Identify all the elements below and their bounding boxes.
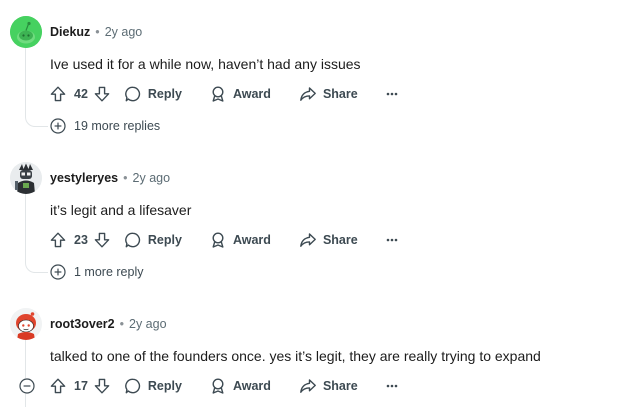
upvote-icon[interactable] <box>49 377 67 395</box>
more-options-icon[interactable] <box>385 87 399 101</box>
vote-group: 17 <box>49 377 111 395</box>
collapse-thread-button[interactable] <box>19 378 35 394</box>
thread-line <box>25 48 26 108</box>
reply-button[interactable]: Reply <box>124 377 182 395</box>
separator-dot: • <box>123 171 128 185</box>
downvote-icon[interactable] <box>93 85 111 103</box>
upvote-icon[interactable] <box>49 85 67 103</box>
comment-meta: yestyleryes • 2y ago <box>50 169 170 187</box>
share-button[interactable]: Share <box>299 231 358 249</box>
share-icon <box>300 233 316 247</box>
reply-label: Reply <box>147 379 182 393</box>
comment-body: it’s legit and a lifesaver <box>50 202 192 218</box>
avatar[interactable] <box>10 16 42 48</box>
award-label: Award <box>232 87 271 101</box>
award-icon <box>212 378 224 394</box>
username[interactable]: root3over2 <box>50 317 115 331</box>
share-label: Share <box>322 379 358 393</box>
award-icon <box>212 86 224 102</box>
snoo-avatar-icon <box>10 16 42 48</box>
more-options-icon[interactable] <box>385 379 399 393</box>
timestamp[interactable]: 2y ago <box>133 171 171 185</box>
downvote-icon[interactable] <box>93 377 111 395</box>
award-label: Award <box>232 233 271 247</box>
separator-dot: • <box>119 317 124 331</box>
award-button[interactable]: Award <box>209 377 271 395</box>
thread-line <box>25 394 26 407</box>
share-label: Share <box>322 233 358 247</box>
share-icon <box>300 379 316 393</box>
comment-meta: root3over2 • 2y ago <box>50 315 167 333</box>
thread-line <box>25 340 26 378</box>
vote-group: 42 <box>49 85 111 103</box>
username[interactable]: Diekuz <box>50 25 90 39</box>
comment-bubble-icon <box>125 378 141 394</box>
downvote-icon[interactable] <box>93 231 111 249</box>
minus-circle-icon <box>19 378 35 394</box>
custom-avatar-icon <box>10 162 42 194</box>
reply-label: Reply <box>147 233 182 247</box>
comment-actions: 17 Reply Award Share <box>49 374 399 398</box>
reply-button[interactable]: Reply <box>124 231 182 249</box>
comment-actions: 23 Reply Award Share <box>49 228 399 252</box>
more-options-icon[interactable] <box>385 233 399 247</box>
upvote-icon[interactable] <box>49 231 67 249</box>
avatar[interactable] <box>10 308 42 340</box>
reply-label: Reply <box>147 87 182 101</box>
comment-actions: 42 Reply Award Share <box>49 82 399 106</box>
separator-dot: • <box>95 25 100 39</box>
thread-elbow <box>25 100 48 127</box>
plus-circle-icon <box>50 118 66 134</box>
share-button[interactable]: Share <box>299 85 358 103</box>
comment-bubble-icon <box>125 86 141 102</box>
reply-button[interactable]: Reply <box>124 85 182 103</box>
more-replies-button[interactable]: 1 more reply <box>50 263 144 281</box>
more-replies-button[interactable]: 19 more replies <box>50 117 161 135</box>
award-icon <box>212 232 224 248</box>
award-label: Award <box>232 379 271 393</box>
share-label: Share <box>322 87 358 101</box>
comment-bubble-icon <box>125 232 141 248</box>
more-replies-label: 19 more replies <box>74 119 161 133</box>
thread-line <box>25 194 26 254</box>
vote-count: 42 <box>74 87 88 101</box>
comment-body: talked to one of the founders once. yes … <box>50 348 541 364</box>
timestamp[interactable]: 2y ago <box>129 317 167 331</box>
more-replies-label: 1 more reply <box>74 265 144 279</box>
vote-count: 17 <box>74 379 88 393</box>
avatar[interactable] <box>10 162 42 194</box>
comment-meta: Diekuz • 2y ago <box>50 23 142 41</box>
username[interactable]: yestyleryes <box>50 171 118 185</box>
comment-body: Ive used it for a while now, haven’t had… <box>50 56 361 72</box>
plus-circle-icon <box>50 264 66 280</box>
vote-count: 23 <box>74 233 88 247</box>
share-button[interactable]: Share <box>299 377 358 395</box>
share-icon <box>300 87 316 101</box>
timestamp[interactable]: 2y ago <box>105 25 143 39</box>
award-button[interactable]: Award <box>209 231 271 249</box>
vote-group: 23 <box>49 231 111 249</box>
award-button[interactable]: Award <box>209 85 271 103</box>
snoo-avatar-icon <box>10 308 42 340</box>
thread-elbow <box>25 246 48 273</box>
